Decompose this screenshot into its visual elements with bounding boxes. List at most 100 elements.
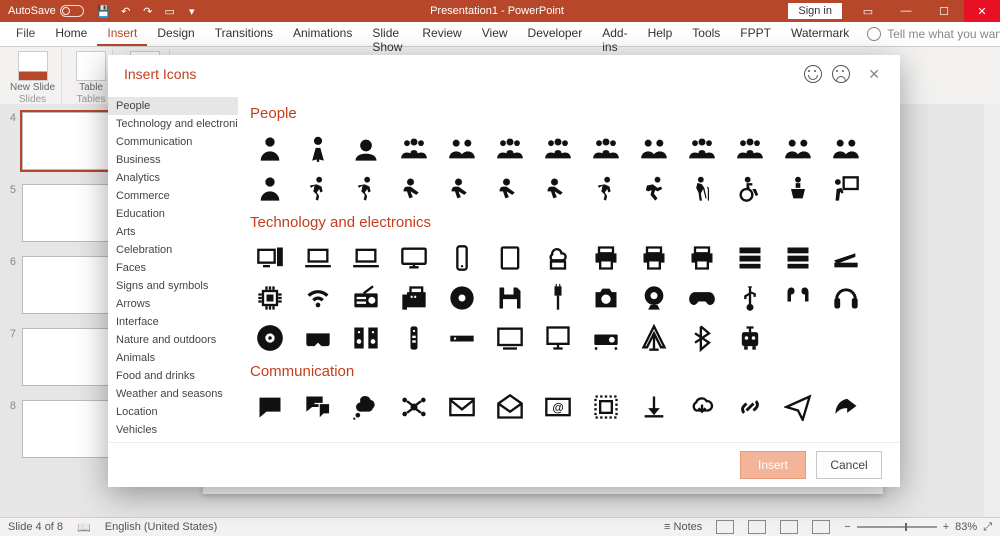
remote-icon[interactable] — [394, 321, 434, 355]
group-3-icon[interactable] — [394, 132, 434, 166]
group-team-5-icon[interactable] — [538, 132, 578, 166]
family-walking-icon[interactable] — [346, 172, 386, 206]
category-food-and-drinks[interactable]: Food and drinks — [108, 367, 238, 385]
couple-mf-icon[interactable] — [634, 132, 674, 166]
projector-icon[interactable] — [586, 321, 626, 355]
chat-bubble-icon[interactable] — [250, 390, 290, 424]
category-education[interactable]: Education — [108, 205, 238, 223]
speaker-podium-icon[interactable] — [778, 172, 818, 206]
new-slide-button[interactable]: New Slide Slides — [4, 49, 62, 107]
category-people[interactable]: People — [108, 97, 238, 115]
couple-kid-icon[interactable] — [778, 132, 818, 166]
usb-cable-icon[interactable] — [538, 281, 578, 315]
projector-screen-icon[interactable] — [538, 321, 578, 355]
tablet-icon[interactable] — [490, 241, 530, 275]
parent-hold-child-icon[interactable] — [250, 172, 290, 206]
changing-table-icon[interactable] — [538, 172, 578, 206]
radio-icon[interactable] — [346, 281, 386, 315]
minimize-icon[interactable]: — — [888, 0, 924, 22]
category-animals[interactable]: Animals — [108, 349, 238, 367]
tab-home[interactable]: Home — [45, 22, 97, 46]
slideshow-view-icon[interactable] — [812, 520, 830, 534]
robot-icon[interactable] — [730, 321, 770, 355]
group-contacts-icon[interactable] — [442, 132, 482, 166]
cancel-button[interactable]: Cancel — [816, 451, 882, 479]
monitor-icon[interactable] — [394, 241, 434, 275]
speakers-icon[interactable] — [346, 321, 386, 355]
open-envelope-icon[interactable] — [490, 390, 530, 424]
cloud-download-icon[interactable] — [682, 390, 722, 424]
cd-icon[interactable] — [442, 281, 482, 315]
category-vehicles[interactable]: Vehicles — [108, 421, 238, 439]
postage-stamp-icon[interactable] — [586, 390, 626, 424]
tab-fppt[interactable]: FPPT — [730, 22, 781, 46]
category-analytics[interactable]: Analytics — [108, 169, 238, 187]
usb-icon[interactable] — [730, 281, 770, 315]
tab-animations[interactable]: Animations — [283, 22, 362, 46]
kneeling-change-icon[interactable] — [490, 172, 530, 206]
feedback-frown-icon[interactable] — [832, 65, 850, 83]
icon-gallery[interactable]: People Technology and electronics Commun… — [238, 93, 900, 442]
wifi-router-icon[interactable] — [298, 281, 338, 315]
tab-developer[interactable]: Developer — [518, 22, 593, 46]
zoom-slider[interactable] — [857, 526, 937, 528]
sorter-view-icon[interactable] — [748, 520, 766, 534]
tab-transitions[interactable]: Transitions — [205, 22, 283, 46]
floppy-icon[interactable] — [490, 281, 530, 315]
download-icon[interactable] — [634, 390, 674, 424]
category-interface[interactable]: Interface — [108, 313, 238, 331]
category-technology-and-electronics[interactable]: Technology and electronics — [108, 115, 238, 133]
bluetooth-icon[interactable] — [682, 321, 722, 355]
printer-icon[interactable] — [586, 241, 626, 275]
family-3-icon[interactable] — [682, 132, 722, 166]
vertical-scrollbar[interactable] — [984, 104, 1000, 518]
share-arrow-icon[interactable] — [826, 390, 866, 424]
close-window-icon[interactable]: ✕ — [964, 0, 1000, 22]
signin-button[interactable]: Sign in — [788, 3, 842, 19]
tab-watermark[interactable]: Watermark — [781, 22, 859, 46]
spellcheck-icon[interactable]: 📖 — [77, 521, 91, 534]
person-woman-icon[interactable] — [298, 132, 338, 166]
earbuds-icon[interactable] — [778, 281, 818, 315]
normal-view-icon[interactable] — [716, 520, 734, 534]
person-at-board-icon[interactable] — [826, 172, 866, 206]
couple-baby-icon[interactable] — [826, 132, 866, 166]
autosave-toggle[interactable]: AutoSave — [4, 5, 92, 17]
cpu-chip-icon[interactable] — [250, 281, 290, 315]
tv-icon[interactable] — [490, 321, 530, 355]
redo-icon[interactable]: ↷ — [138, 0, 158, 22]
desktop-tower-icon[interactable] — [250, 241, 290, 275]
smartphone-icon[interactable] — [442, 241, 482, 275]
fit-to-window-icon[interactable]: ⤢ — [983, 521, 992, 534]
game-controller-icon[interactable] — [682, 281, 722, 315]
category-list[interactable]: PeopleTechnology and electronicsCommunic… — [108, 93, 238, 442]
zoom-in-icon[interactable]: + — [943, 521, 949, 533]
paper-plane-icon[interactable] — [778, 390, 818, 424]
tab-review[interactable]: Review — [412, 22, 471, 46]
tell-me-search[interactable]: Tell me what you want to do — [867, 22, 1000, 46]
undo-icon[interactable]: ↶ — [116, 0, 136, 22]
printer-multi-icon[interactable] — [682, 241, 722, 275]
network-nodes-icon[interactable] — [394, 390, 434, 424]
tab-design[interactable]: Design — [147, 22, 204, 46]
wheelchair-icon[interactable] — [730, 172, 770, 206]
printer2-icon[interactable] — [634, 241, 674, 275]
media-player-icon[interactable] — [442, 321, 482, 355]
group-large-icon[interactable] — [490, 132, 530, 166]
scanner-icon[interactable] — [826, 241, 866, 275]
tab-tools[interactable]: Tools — [682, 22, 730, 46]
elder-cane-icon[interactable] — [682, 172, 722, 206]
category-arts[interactable]: Arts — [108, 223, 238, 241]
tab-view[interactable]: View — [472, 22, 518, 46]
camera-icon[interactable] — [586, 281, 626, 315]
tab-help[interactable]: Help — [638, 22, 683, 46]
chat-bubbles-icon[interactable] — [298, 390, 338, 424]
cloud-monitor-icon[interactable] — [538, 241, 578, 275]
category-communication[interactable]: Communication — [108, 133, 238, 151]
webcam-icon[interactable] — [634, 281, 674, 315]
zoom-out-icon[interactable]: − — [844, 521, 850, 533]
qat-more-icon[interactable]: ▾ — [182, 0, 202, 22]
person-man-icon[interactable] — [250, 132, 290, 166]
laptop-icon[interactable] — [298, 241, 338, 275]
vinyl-icon[interactable] — [250, 321, 290, 355]
